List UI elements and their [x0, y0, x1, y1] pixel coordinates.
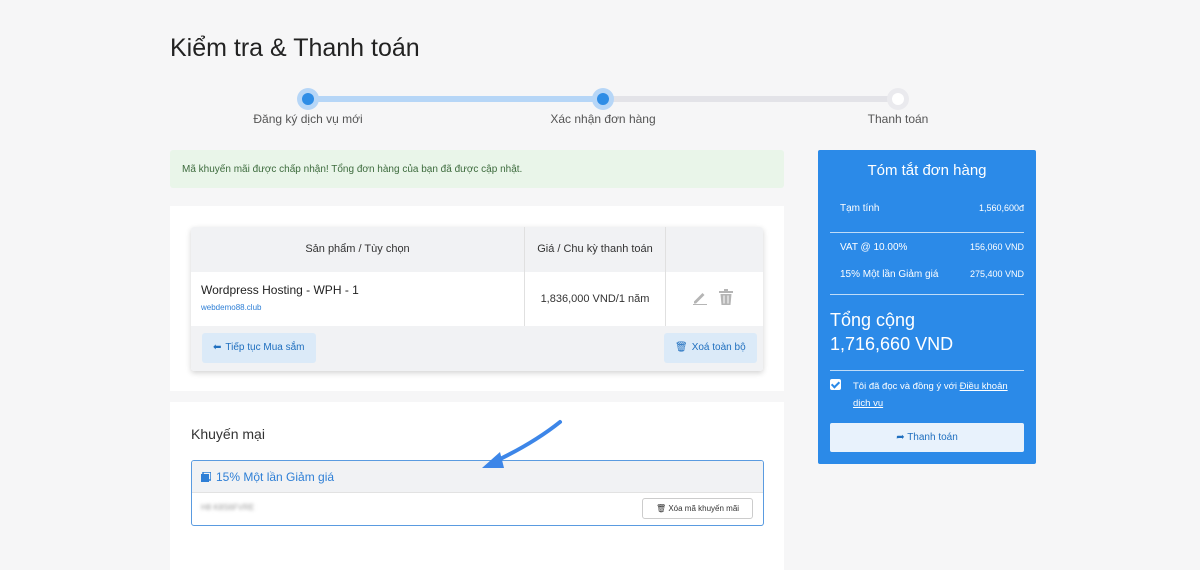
discount-value: 275,400 VND — [969, 269, 1024, 279]
checkout-label: Thanh toán — [907, 432, 958, 443]
cart-item-price: 1,836,000 VND/1 năm — [524, 272, 666, 326]
subtotal-label: Tạm tính — [840, 203, 880, 214]
tag-icon — [201, 472, 211, 482]
column-header-product: Sản phẩm / Tùy chọn — [305, 243, 410, 255]
summary-divider — [830, 294, 1024, 295]
share-arrow-icon: ➦ — [896, 432, 908, 443]
total-label: Tổng cộng — [830, 310, 916, 330]
trash-icon: 🗑 — [655, 504, 669, 513]
step-dot-payment — [887, 88, 909, 110]
annotation-arrow-icon — [482, 420, 562, 468]
trash-icon[interactable] — [719, 289, 733, 305]
remove-promo-button[interactable]: 🗑 Xóa mã khuyến mãi — [642, 498, 753, 519]
promo-title: Khuyến mại — [191, 426, 265, 442]
checkout-steps: Đăng ký dịch vụ mới Xác nhận đơn hàng Th… — [200, 84, 1000, 134]
column-header-price: Giá / Chu kỳ thanh toán — [524, 227, 666, 272]
vat-label: VAT @ 10.00% — [840, 242, 908, 253]
applied-promo-name: 15% Một lần Giảm giá — [216, 470, 335, 484]
cart-item-domain[interactable]: webdemo88.club — [201, 303, 261, 312]
summary-discount-row: 15% Một lần Giảm giá 275,400 VND — [840, 269, 1024, 280]
summary-subtotal-row: Tạm tính 1,560,600đ — [840, 203, 1024, 214]
step-label-register: Đăng ký dịch vụ mới — [253, 112, 363, 126]
clear-cart-label: Xoá toàn bộ — [691, 342, 746, 353]
cart-item-name: Wordpress Hosting - WPH - 1 — [201, 283, 359, 297]
total-value: 1,716,660 VND — [830, 334, 954, 354]
clear-cart-button[interactable]: 🗑 Xoá toàn bộ — [664, 333, 757, 363]
continue-shopping-label: Tiếp tục Mua sắm — [225, 342, 305, 353]
order-summary: Tóm tắt đơn hàng Tạm tính 1,560,600đ VAT… — [818, 150, 1036, 464]
steps-progress-fill — [308, 96, 603, 102]
continue-shopping-button[interactable]: ⬅ Tiếp tục Mua sắm — [202, 333, 316, 363]
summary-divider — [830, 370, 1024, 371]
page-title: Kiểm tra & Thanh toán — [170, 34, 420, 62]
terms-agreement: Tôi đã đọc và đồng ý với Điều khoản dịch… — [853, 378, 1023, 412]
summary-divider — [830, 232, 1024, 233]
terms-checkbox[interactable] — [830, 379, 841, 390]
pencil-icon[interactable] — [692, 289, 708, 305]
step-dot-confirm — [592, 88, 614, 110]
trash-icon: 🗑 — [675, 342, 688, 353]
step-label-payment: Thanh toán — [867, 112, 929, 126]
subtotal-value: 1,560,600đ — [978, 203, 1024, 213]
summary-vat-row: VAT @ 10.00% 156,060 VND — [840, 242, 1024, 253]
step-label-confirm: Xác nhận đơn hàng — [550, 112, 656, 126]
checkout-button[interactable]: ➦ Thanh toán — [830, 423, 1024, 452]
summary-title: Tóm tắt đơn hàng — [867, 162, 987, 179]
vat-value: 156,060 VND — [969, 242, 1024, 252]
remove-promo-label: Xóa mã khuyến mãi — [668, 504, 740, 513]
cart-item-row: Wordpress Hosting - WPH - 1 webdemo88.cl… — [191, 272, 763, 326]
cart-table-header: Sản phẩm / Tùy chọn Giá / Chu kỳ thanh t… — [191, 227, 763, 272]
promo-code-text: H8 K8S6FVRE — [201, 503, 255, 512]
cart-panel: Sản phẩm / Tùy chọn Giá / Chu kỳ thanh t… — [170, 206, 784, 391]
reply-arrow-icon: ⬅ — [213, 342, 222, 353]
cart-table: Sản phẩm / Tùy chọn Giá / Chu kỳ thanh t… — [191, 227, 763, 371]
step-dot-register — [297, 88, 319, 110]
promo-success-alert: Mã khuyến mãi được chấp nhận! Tổng đơn h… — [170, 150, 784, 188]
terms-agree-text: Tôi đã đọc và đồng ý với — [853, 381, 960, 392]
cart-table-footer: ⬅ Tiếp tục Mua sắm 🗑 Xoá toàn bộ — [191, 326, 763, 371]
discount-label: 15% Một lần Giảm giá — [840, 269, 939, 280]
